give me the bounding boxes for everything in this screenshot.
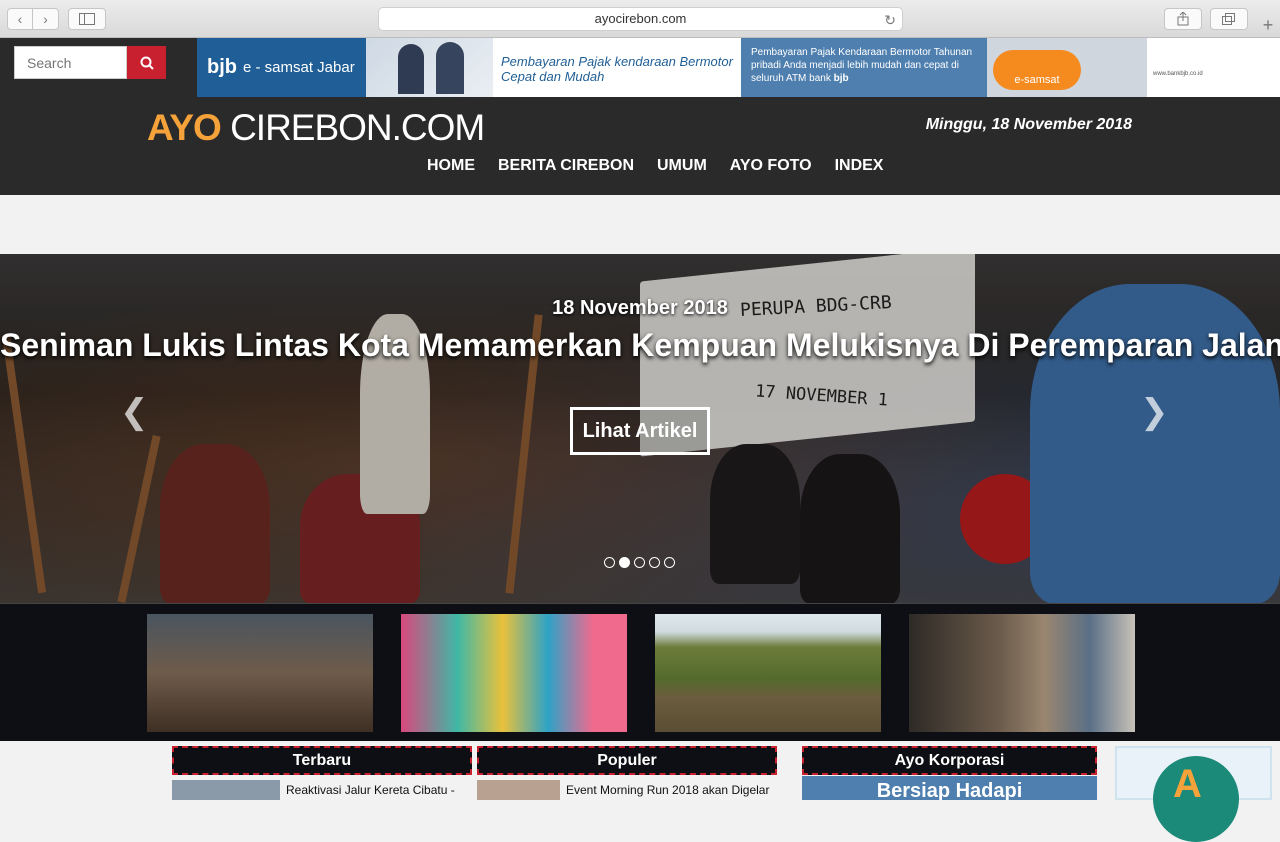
ad-brand-block: bjb e - samsat Jabar [197, 38, 366, 97]
sidebar-toggle-button[interactable] [68, 8, 106, 30]
side-ad[interactable]: A [1115, 746, 1272, 842]
search-icon [140, 56, 154, 70]
ad-logos: e-samsat [987, 38, 1147, 97]
view-article-button[interactable]: Lihat Artikel [570, 407, 710, 455]
prev-slide-icon[interactable]: ❮ [120, 392, 149, 432]
ad-footer: www.bankbjb.co.id [1147, 38, 1280, 97]
share-icon [1177, 12, 1189, 26]
slide-indicators [604, 557, 675, 568]
nav-berita-cirebon[interactable]: BERITA CIREBON [498, 157, 634, 175]
side-ad-letter-icon: A [1173, 762, 1202, 806]
nav-index[interactable]: INDEX [835, 157, 884, 175]
address-bar[interactable]: ayocirebon.com ↻ [378, 7, 903, 31]
tabs-icon [1222, 13, 1235, 25]
hero-title[interactable]: Seniman Lukis Lintas Kota Memamerkan Kem… [0, 327, 1280, 364]
thumbnail-3[interactable] [655, 614, 881, 732]
terbaru-thumb[interactable] [172, 780, 280, 800]
ad-url: www.bankbjb.co.id [1153, 71, 1203, 77]
terbaru-item[interactable]: Reaktivasi Jalur Kereta Cibatu - [286, 783, 455, 797]
slide-dot-active[interactable] [619, 557, 630, 568]
chevron-right-icon: › [43, 11, 48, 27]
back-button[interactable]: ‹ [7, 8, 33, 30]
thumbnail-2[interactable] [401, 614, 627, 732]
slide-dot[interactable] [664, 557, 675, 568]
ad-brand-sub: e - samsat Jabar [243, 59, 355, 76]
section-terbaru-heading: Terbaru [172, 746, 472, 775]
thumbnail-4[interactable] [909, 614, 1135, 732]
history-nav: ‹ › [7, 8, 59, 30]
nav-home[interactable]: HOME [427, 157, 475, 175]
thumbnail-strip [0, 603, 1280, 741]
new-tab-button[interactable]: + [1256, 14, 1280, 38]
chevron-left-icon: ‹ [17, 11, 23, 27]
ad-brand: bjb [207, 56, 237, 78]
search-input[interactable] [14, 46, 127, 79]
logo-cirebon: CIREBON.COM [220, 107, 485, 148]
thumbnail-1[interactable] [147, 614, 373, 732]
populer-item[interactable]: Event Morning Run 2018 akan Digelar [566, 783, 769, 797]
ad-headline: Pembayaran Pajak kendaraan Bermotor Cepa… [493, 38, 741, 97]
browser-toolbar: ‹ › ayocirebon.com ↻ + [0, 0, 1280, 38]
ad-banner[interactable]: bjb e - samsat Jabar Pembayaran Pajak ke… [197, 38, 1280, 97]
korporasi-item[interactable]: Bersiap Hadapi [802, 776, 1097, 800]
tabs-overview-button[interactable] [1210, 8, 1248, 30]
slide-dot[interactable] [649, 557, 660, 568]
search-form [14, 46, 166, 79]
section-populer-heading: Populer [477, 746, 777, 775]
hero-date: 18 November 2018 [552, 297, 728, 319]
slide-dot[interactable] [634, 557, 645, 568]
logo-ayo: AYO [147, 107, 222, 148]
ad-body-text: Pembayaran Pajak Kendaraan Bermotor Tahu… [751, 47, 973, 84]
next-slide-icon[interactable]: ❯ [1140, 392, 1169, 432]
site-logo[interactable]: AYO CIREBON.COM [147, 107, 485, 149]
url-text: ayocirebon.com [594, 11, 687, 26]
ad-body-brand: bjb [833, 73, 849, 84]
site-header: bjb e - samsat Jabar Pembayaran Pajak ke… [0, 38, 1280, 195]
nav-ayo-foto[interactable]: AYO FOTO [730, 157, 812, 175]
esamsat-badge: e-samsat [993, 50, 1081, 90]
section-korporasi-heading: Ayo Korporasi [802, 746, 1097, 775]
nav-umum[interactable]: UMUM [657, 157, 707, 175]
hero-slider[interactable]: PERUPA BDG-CRB 17 NOVEMBER 1 18 November… [0, 254, 1280, 603]
current-date: Minggu, 18 November 2018 [925, 116, 1132, 133]
forward-button[interactable]: › [33, 8, 59, 30]
main-nav: HOME BERITA CIREBON UMUM AYO FOTO INDEX [427, 157, 883, 175]
populer-thumb[interactable] [477, 780, 560, 800]
ad-body: Pembayaran Pajak Kendaraan Bermotor Tahu… [741, 38, 987, 97]
share-button[interactable] [1164, 8, 1202, 30]
search-button[interactable] [127, 46, 166, 79]
plus-icon: + [1262, 15, 1274, 35]
sidebar-icon [79, 13, 95, 25]
ad-people-image [366, 38, 493, 97]
slide-dot[interactable] [604, 557, 615, 568]
reload-icon[interactable]: ↻ [884, 9, 896, 31]
spacer [0, 195, 1280, 254]
